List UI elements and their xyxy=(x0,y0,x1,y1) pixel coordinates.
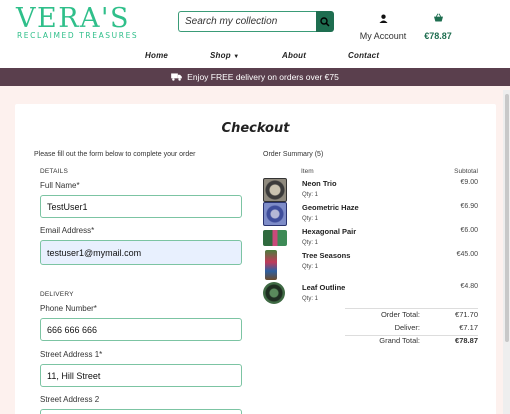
truck-icon xyxy=(171,73,183,81)
product-name: Tree Seasons xyxy=(302,251,351,260)
form-intro: Please fill out the form below to comple… xyxy=(34,151,196,158)
delivery-label: Deliver: xyxy=(394,323,420,332)
grand-total-value: €78.87 xyxy=(455,336,478,345)
product-name: Neon Trio xyxy=(302,179,337,188)
order-total-value: €71.70 xyxy=(455,310,478,319)
street1-field[interactable] xyxy=(40,364,242,387)
product-thumbnail xyxy=(263,202,287,226)
grand-total-label: Grand Total: xyxy=(379,336,420,345)
user-icon xyxy=(378,14,388,23)
product-thumbnail xyxy=(265,250,277,280)
page-title: Checkout xyxy=(221,121,290,136)
product-name: Hexagonal Pair xyxy=(302,227,357,236)
product-qty: Qty: 1 xyxy=(302,296,319,302)
column-item: Item xyxy=(301,168,314,175)
product-name: Leaf Outline xyxy=(302,283,346,292)
product-price: €4.80 xyxy=(460,283,478,290)
street1-label: Street Address 1* xyxy=(40,350,103,359)
full-name-label: Full Name* xyxy=(40,181,80,190)
product-qty: Qty: 1 xyxy=(302,264,319,270)
product-thumbnail xyxy=(263,230,287,246)
email-field[interactable] xyxy=(40,240,242,265)
street2-label: Street Address 2 xyxy=(40,395,100,404)
site-header: VERA'S RECLAIMED TREASURES My Account €7… xyxy=(0,0,510,68)
product-name: Geometric Haze xyxy=(302,203,359,212)
search-input[interactable] xyxy=(178,11,316,32)
order-summary-heading: Order Summary (5) xyxy=(263,151,324,158)
phone-label: Phone Number* xyxy=(40,304,97,313)
basket-icon xyxy=(433,13,443,22)
delivery-value: €7.17 xyxy=(459,323,478,332)
logo[interactable]: VERA'S xyxy=(16,3,130,34)
product-qty: Qty: 1 xyxy=(302,192,319,198)
nav-about[interactable]: About xyxy=(282,51,306,60)
account-label: My Account xyxy=(359,31,407,41)
street2-field[interactable] xyxy=(40,409,242,414)
order-item[interactable]: Geometric Haze Qty: 1 €6.90 xyxy=(263,202,478,226)
column-subtotal: Subtotal xyxy=(454,168,478,175)
basket-link[interactable]: €78.87 xyxy=(418,9,458,41)
delivery-heading: DELIVERY xyxy=(40,291,74,298)
nav-shop-label: Shop xyxy=(210,51,231,60)
order-total-label: Order Total: xyxy=(380,310,420,319)
product-price: €45.00 xyxy=(456,251,478,258)
order-item[interactable]: Hexagonal Pair Qty: 1 €6.00 xyxy=(263,226,478,250)
main-nav: Home Shop ▼ About Contact xyxy=(0,51,510,65)
email-label: Email Address* xyxy=(40,226,95,235)
basket-total: €78.87 xyxy=(424,31,452,41)
banner-text: Enjoy FREE delivery on orders over €75 xyxy=(187,72,339,82)
order-item[interactable]: Neon Trio Qty: 1 €9.00 xyxy=(263,178,478,202)
order-item[interactable]: Leaf Outline Qty: 1 €4.80 xyxy=(263,282,478,306)
search-icon xyxy=(320,16,330,27)
scrollbar-thumb[interactable] xyxy=(505,94,509,342)
delivery-banner: Enjoy FREE delivery on orders over €75 xyxy=(0,68,510,86)
checkout-card: Checkout Please fill out the form below … xyxy=(15,104,496,414)
product-thumbnail xyxy=(263,178,287,202)
phone-field[interactable] xyxy=(40,318,242,341)
product-price: €6.00 xyxy=(460,227,478,234)
full-name-field[interactable] xyxy=(40,195,242,218)
product-qty: Qty: 1 xyxy=(302,240,319,246)
order-item[interactable]: Tree Seasons Qty: 1 €45.00 xyxy=(263,250,478,280)
details-heading: DETAILS xyxy=(40,168,69,175)
nav-shop[interactable]: Shop ▼ xyxy=(210,51,239,60)
product-qty: Qty: 1 xyxy=(302,216,319,222)
logo-tagline: RECLAIMED TREASURES xyxy=(17,31,139,40)
chevron-down-icon: ▼ xyxy=(233,54,240,60)
nav-contact[interactable]: Contact xyxy=(348,51,379,60)
nav-home[interactable]: Home xyxy=(145,51,168,60)
product-price: €9.00 xyxy=(460,179,478,186)
product-thumbnail xyxy=(263,282,285,304)
product-price: €6.90 xyxy=(460,203,478,210)
search-button[interactable] xyxy=(316,11,334,32)
divider xyxy=(345,308,478,309)
my-account-link[interactable]: My Account xyxy=(352,10,414,41)
